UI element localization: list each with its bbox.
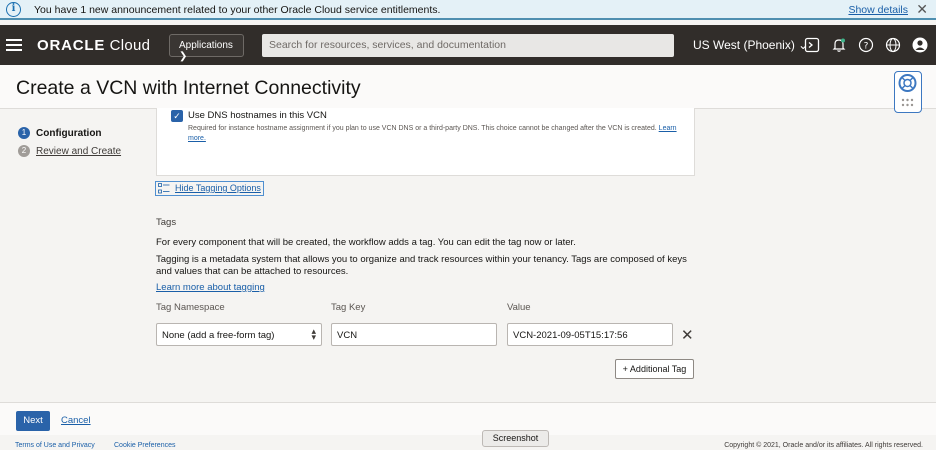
screenshot-tooltip: Screenshot — [482, 430, 549, 447]
svg-text:?: ? — [864, 42, 869, 52]
page-header: Create a VCN with Internet Connectivity — [0, 65, 936, 109]
step-review-and-create[interactable]: 2 Review and Create — [18, 142, 121, 160]
help-icon[interactable]: ? — [858, 37, 874, 53]
action-bar: Next Cancel — [0, 402, 936, 435]
region-selector[interactable]: US West (Phoenix) ⌄ — [693, 38, 808, 52]
tag-value-label: Value — [507, 302, 531, 313]
remove-tag-icon[interactable]: ✕ — [681, 326, 694, 344]
dns-help-text: Required for instance hostname assignmen… — [188, 125, 677, 142]
lifebuoy-icon — [898, 74, 917, 107]
step-label: Review and Create — [36, 145, 122, 157]
learn-more-tagging-link[interactable]: Learn more about tagging — [156, 282, 265, 293]
footer: Terms of Use and Privacy Cookie Preferen… — [0, 436, 936, 450]
tag-key-label: Tag Key — [331, 302, 366, 313]
cookie-preferences-link[interactable]: Cookie Preferences — [114, 442, 175, 449]
tag-namespace-label: Tag Namespace — [156, 302, 225, 313]
step-number: 2 — [18, 145, 30, 157]
menu-icon[interactable] — [6, 39, 22, 51]
search-input[interactable]: Search for resources, services, and docu… — [262, 34, 674, 57]
bell-icon[interactable] — [831, 37, 847, 53]
wizard-steps: 1 Configuration 2 Review and Create — [18, 124, 121, 160]
top-nav-bar: ORACLE Cloud Applications ❯ Search for r… — [0, 25, 936, 65]
tags-section-title: Tags — [156, 217, 177, 228]
globe-icon[interactable] — [885, 37, 901, 53]
announcement-message: You have 1 new announcement related to y… — [34, 4, 441, 16]
dns-options-panel: ✓ Use DNS hostnames in this VCN Required… — [156, 108, 695, 176]
info-icon: i — [6, 2, 21, 17]
tag-namespace-select[interactable]: None (add a free-form tag) ▴ ▾ — [156, 323, 322, 346]
next-button[interactable]: Next — [16, 411, 50, 431]
select-caret-icon: ▴ ▾ — [311, 326, 316, 342]
tag-options-icon — [158, 183, 170, 194]
tags-description-2: Tagging is a metadata system that allows… — [156, 254, 687, 277]
additional-tag-button[interactable]: + Additional Tag — [615, 359, 694, 379]
tag-key-input[interactable]: VCN — [331, 323, 497, 346]
applications-button[interactable]: Applications ❯ — [169, 34, 244, 62]
dns-hostnames-label: Use DNS hostnames in this VCN — [188, 110, 327, 121]
dns-hostnames-checkbox[interactable]: ✓ — [171, 110, 183, 122]
announcement-bar: i You have 1 new announcement related to… — [0, 0, 936, 20]
page-title: Create a VCN with Internet Connectivity — [16, 77, 361, 99]
user-avatar-icon[interactable] — [912, 37, 928, 53]
tag-namespace-value: None (add a free-form tag) — [162, 330, 275, 341]
step-label: Configuration — [36, 127, 102, 139]
copyright-text: Copyright © 2021, Oracle and/or its affi… — [724, 442, 923, 449]
help-widget[interactable] — [894, 71, 922, 113]
step-number: 1 — [18, 127, 30, 139]
tag-value-input[interactable]: VCN-2021-09-05T15:17:56 — [507, 323, 673, 346]
close-icon[interactable]: ✕ — [916, 1, 928, 18]
cancel-link[interactable]: Cancel — [61, 415, 91, 426]
terms-link[interactable]: Terms of Use and Privacy — [15, 442, 95, 449]
hide-tagging-options-link[interactable]: Hide Tagging Options — [155, 181, 264, 196]
tags-description-1: For every component that will be created… — [156, 237, 576, 248]
cloud-shell-icon[interactable] — [804, 37, 820, 53]
step-configuration[interactable]: 1 Configuration — [18, 124, 121, 142]
hide-tagging-options-label: Hide Tagging Options — [175, 183, 261, 193]
chevron-right-icon: ❯ — [179, 51, 188, 62]
show-details-link[interactable]: Show details — [848, 4, 908, 16]
oracle-cloud-logo[interactable]: ORACLE Cloud — [37, 37, 150, 54]
